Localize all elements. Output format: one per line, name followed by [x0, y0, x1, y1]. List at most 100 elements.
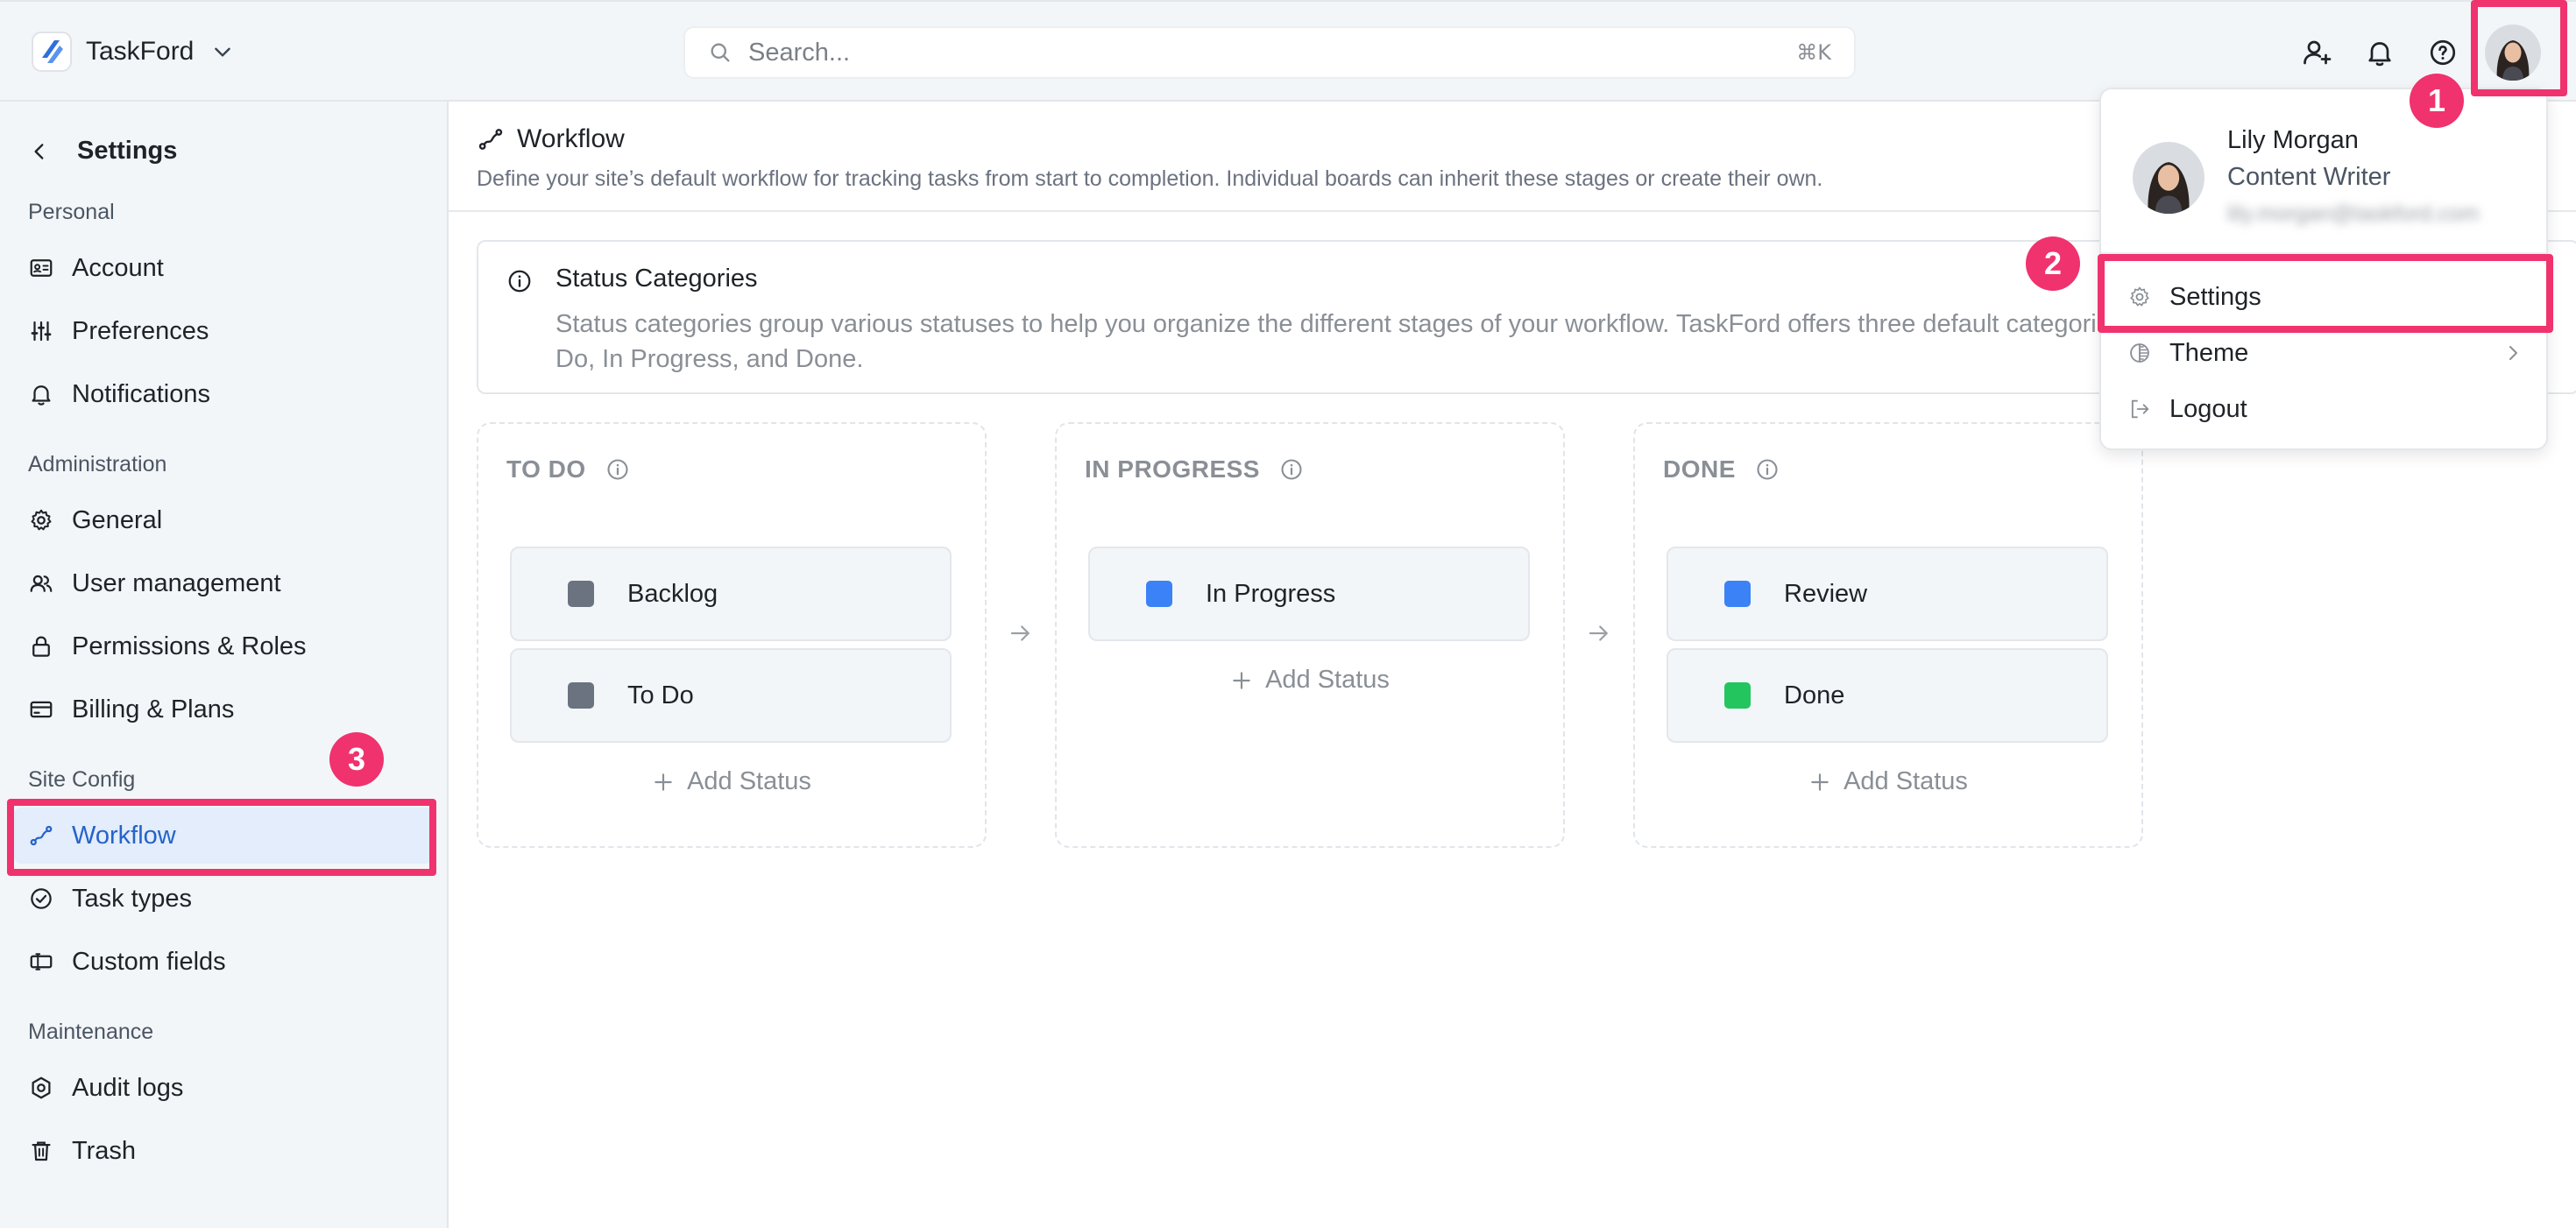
page-title: Workflow — [517, 124, 625, 153]
add-status-label: Add Status — [1844, 767, 1968, 795]
search-bar[interactable]: ⌘K — [683, 26, 1856, 79]
invite-user-icon[interactable] — [2301, 37, 2332, 68]
status-label: Review — [1784, 579, 1868, 608]
menu-item-label: Logout — [2169, 394, 2247, 423]
workflow-icon — [478, 129, 503, 150]
column-title: DONE — [1663, 455, 1736, 483]
workspace-switcher[interactable]: TaskFord — [32, 32, 234, 72]
user-email: lily.morgan@taskford.com — [2227, 201, 2480, 226]
search-icon — [711, 43, 730, 62]
sidebar-item-label: Task types — [72, 884, 192, 913]
avatar — [2133, 142, 2204, 214]
sidebar-item-label: Preferences — [72, 316, 209, 345]
settings-title: Settings — [77, 137, 178, 165]
status-chip[interactable]: Done — [1667, 648, 2108, 743]
sidebar-item-trash[interactable]: Trash — [14, 1123, 433, 1179]
category-column-in-progress: IN PROGRESS In Progress Add Status — [1055, 422, 1565, 848]
sidebar-item-notifications[interactable]: Notifications — [14, 366, 433, 422]
status-label: Backlog — [627, 579, 718, 608]
theme-icon — [2130, 343, 2149, 363]
add-status-label: Add Status — [1265, 666, 1390, 694]
sidebar-item-label: Account — [72, 253, 164, 282]
sidebar-item-preferences[interactable]: Preferences — [14, 303, 433, 359]
help-icon[interactable] — [2427, 37, 2459, 68]
plus-icon — [1233, 671, 1250, 689]
sidebar-item-label: User management — [72, 568, 281, 597]
status-label: Done — [1784, 681, 1845, 709]
status-color-swatch — [568, 581, 594, 607]
menu-item-logout[interactable]: Logout — [2112, 384, 2537, 434]
id-card-icon — [30, 259, 53, 277]
column-title: TO DO — [506, 455, 586, 483]
plus-icon — [655, 773, 672, 791]
status-chip[interactable]: To Do — [510, 648, 952, 743]
add-status-button[interactable]: Add Status — [478, 767, 985, 796]
search-input[interactable] — [748, 38, 1797, 67]
sidebar-item-custom-fields[interactable]: Custom fields — [14, 934, 433, 990]
section-maintenance: Maintenance — [28, 1020, 154, 1044]
step-badge-1: 1 — [2410, 74, 2464, 128]
lock-icon — [32, 636, 50, 657]
column-title: IN PROGRESS — [1085, 455, 1260, 483]
sidebar-item-task-types[interactable]: Task types — [14, 871, 433, 927]
menu-item-theme[interactable]: Theme — [2112, 328, 2537, 378]
section-personal: Personal — [28, 200, 115, 224]
page-description: Define your site’s default workflow for … — [477, 166, 1823, 191]
info-card-title: Status Categories — [556, 265, 758, 293]
input-field-icon — [30, 953, 53, 970]
credit-card-icon — [30, 701, 53, 718]
info-card-text: Status categories group various statuses… — [556, 310, 2164, 373]
logout-icon — [2131, 399, 2149, 419]
status-chip[interactable]: Backlog — [510, 547, 952, 641]
info-icon — [508, 270, 531, 293]
search-shortcut: ⌘K — [1796, 40, 1831, 65]
status-label: In Progress — [1206, 579, 1336, 608]
status-label: To Do — [627, 681, 694, 709]
page-header: Workflow Define your site’s default work… — [477, 124, 1822, 192]
category-column-todo: TO DO Backlog To Do Add Status — [477, 422, 987, 848]
add-status-label: Add Status — [687, 767, 811, 795]
menu-item-label: Theme — [2169, 338, 2249, 367]
sidebar-item-user-management[interactable]: User management — [14, 555, 433, 611]
arrow-right-icon — [1010, 625, 1030, 641]
category-column-done: DONE Review Done Add Status — [1633, 422, 2143, 848]
sidebar-item-audit-logs[interactable]: Audit logs — [14, 1060, 433, 1116]
user-name: Lily Morgan — [2227, 126, 2359, 154]
workspace-name: TaskFord — [86, 37, 195, 66]
arrow-right-icon — [1589, 625, 1608, 641]
highlight-box-avatar — [2471, 0, 2567, 96]
plus-icon — [1811, 773, 1829, 791]
chevron-down-icon — [215, 47, 231, 57]
sidebar-item-general[interactable]: General — [14, 492, 433, 548]
check-circle-icon — [31, 888, 52, 909]
taskford-logo-icon — [32, 32, 72, 72]
sidebar-item-permissions[interactable]: Permissions & Roles — [14, 618, 433, 674]
users-icon — [30, 575, 53, 592]
info-icon[interactable] — [605, 457, 630, 482]
sidebar-item-label: Custom fields — [72, 947, 226, 976]
status-color-swatch — [1724, 581, 1751, 607]
gear-icon — [31, 509, 52, 531]
sidebar-item-account[interactable]: Account — [14, 240, 433, 296]
settings-back-header[interactable]: Settings — [28, 137, 177, 166]
step-badge-2: 2 — [2026, 236, 2080, 291]
add-status-button[interactable]: Add Status — [1057, 666, 1563, 695]
chevron-left-icon[interactable] — [28, 140, 51, 163]
sidebar-item-label: Permissions & Roles — [72, 632, 307, 660]
status-chip[interactable]: Review — [1667, 547, 2108, 641]
highlight-box-settings — [2098, 254, 2553, 333]
status-chip[interactable]: In Progress — [1088, 547, 1530, 641]
section-site-config: Site Config — [28, 767, 136, 792]
sidebar-item-billing[interactable]: Billing & Plans — [14, 681, 433, 738]
sidebar-item-label: Notifications — [72, 379, 210, 408]
app-root: TaskFord ⌘K — [0, 0, 2576, 1228]
add-status-button[interactable]: Add Status — [1635, 767, 2141, 796]
info-icon[interactable] — [1755, 457, 1780, 482]
section-administration: Administration — [28, 452, 167, 476]
info-icon[interactable] — [1279, 457, 1304, 482]
trash-icon — [32, 1141, 51, 1161]
highlight-box-workflow — [7, 799, 436, 876]
sidebar-item-label: General — [72, 505, 163, 534]
bell-icon[interactable] — [2364, 37, 2396, 68]
top-bar: TaskFord ⌘K — [0, 0, 2576, 102]
